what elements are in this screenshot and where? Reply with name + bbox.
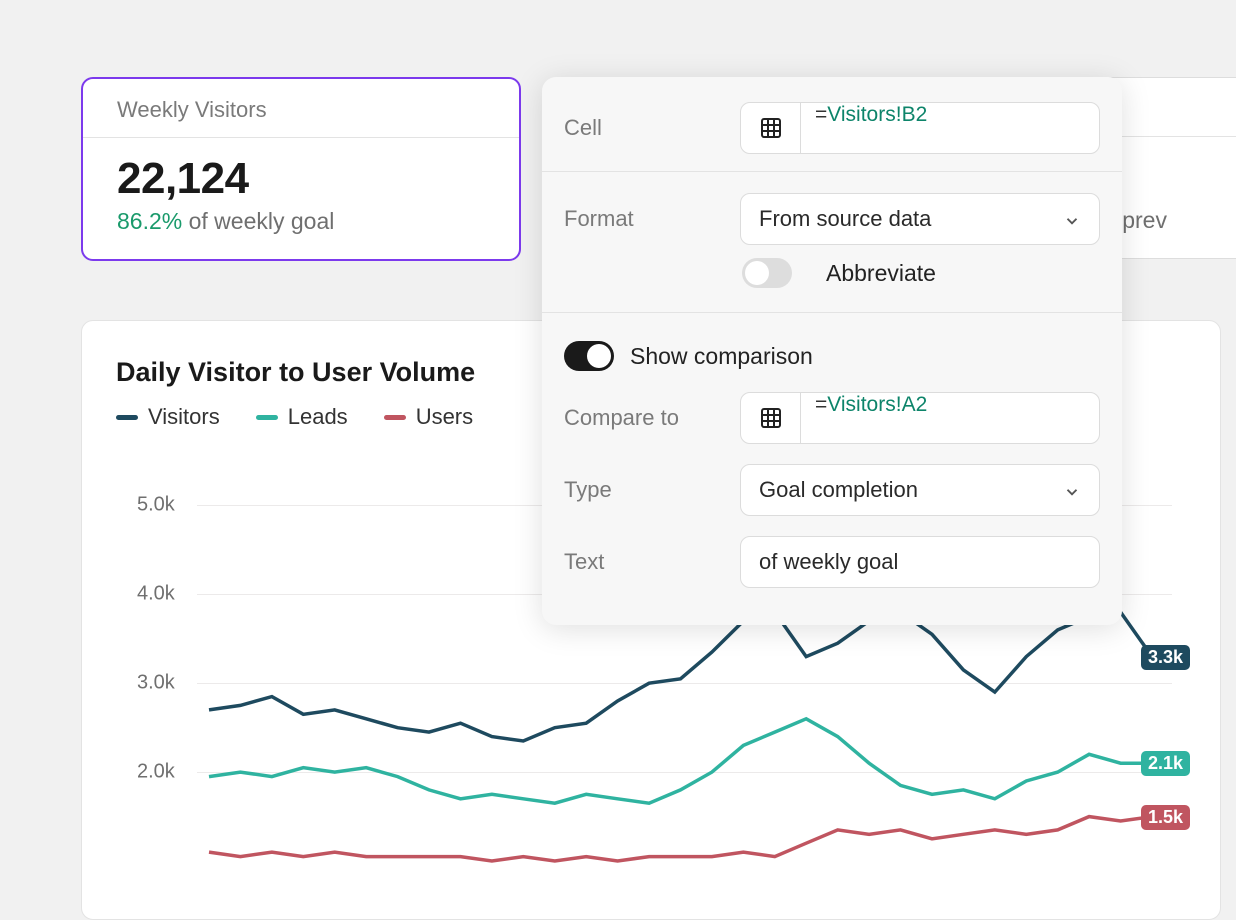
card-title: Weekly Visitors — [83, 79, 519, 138]
chevron-down-icon — [1063, 210, 1081, 228]
legend-swatch-icon — [256, 415, 278, 420]
grid-icon — [741, 393, 801, 443]
field-label-cell: Cell — [564, 115, 722, 141]
y-tick-label: 4.0k — [137, 583, 175, 606]
y-tick-label: 2.0k — [137, 761, 175, 784]
series-end-label-visitors: 3.3k — [1141, 645, 1190, 670]
series-visitors — [209, 612, 1152, 741]
abbreviate-toggle[interactable] — [742, 258, 792, 288]
legend-label: Users — [416, 404, 473, 430]
cell-input[interactable]: =Visitors!B2 — [740, 102, 1100, 154]
show-comparison-toggle[interactable] — [564, 341, 614, 371]
grid-icon — [741, 103, 801, 153]
series-leads — [209, 719, 1152, 803]
select-value: From source data — [759, 206, 931, 232]
format-select[interactable]: From source data — [740, 193, 1100, 245]
legend-item-visitors[interactable]: Visitors — [116, 404, 220, 430]
field-label-compare-to: Compare to — [564, 405, 722, 431]
legend-swatch-icon — [384, 415, 406, 420]
compare-to-input[interactable]: =Visitors!A2 — [740, 392, 1100, 444]
field-label-text: Text — [564, 549, 722, 575]
config-popover: Cell =Visitors!B2 Format From source dat… — [542, 77, 1122, 625]
series-users — [209, 817, 1152, 861]
y-tick-label: 3.0k — [137, 672, 175, 695]
legend-label: Visitors — [148, 404, 220, 430]
select-value: Goal completion — [759, 477, 918, 503]
legend-item-users[interactable]: Users — [384, 404, 473, 430]
field-label-type: Type — [564, 477, 722, 503]
text-input[interactable]: of weekly goal — [740, 536, 1100, 588]
text-value: of weekly goal — [759, 549, 898, 575]
series-end-label-users: 1.5k — [1141, 805, 1190, 830]
y-tick-label: 5.0k — [137, 494, 175, 517]
weekly-visitors-card[interactable]: Weekly Visitors 22,124 86.2% of weekly g… — [81, 77, 521, 261]
legend-swatch-icon — [116, 415, 138, 420]
legend-item-leads[interactable]: Leads — [256, 404, 348, 430]
series-end-label-leads: 2.1k — [1141, 751, 1190, 776]
type-select[interactable]: Goal completion — [740, 464, 1100, 516]
chevron-down-icon — [1063, 481, 1081, 499]
abbreviate-label: Abbreviate — [826, 260, 936, 287]
show-comparison-label: Show comparison — [630, 343, 813, 370]
card-subtext: 86.2% of weekly goal — [117, 208, 485, 235]
card-value: 22,124 — [117, 154, 485, 204]
field-label-format: Format — [564, 206, 722, 232]
legend-label: Leads — [288, 404, 348, 430]
